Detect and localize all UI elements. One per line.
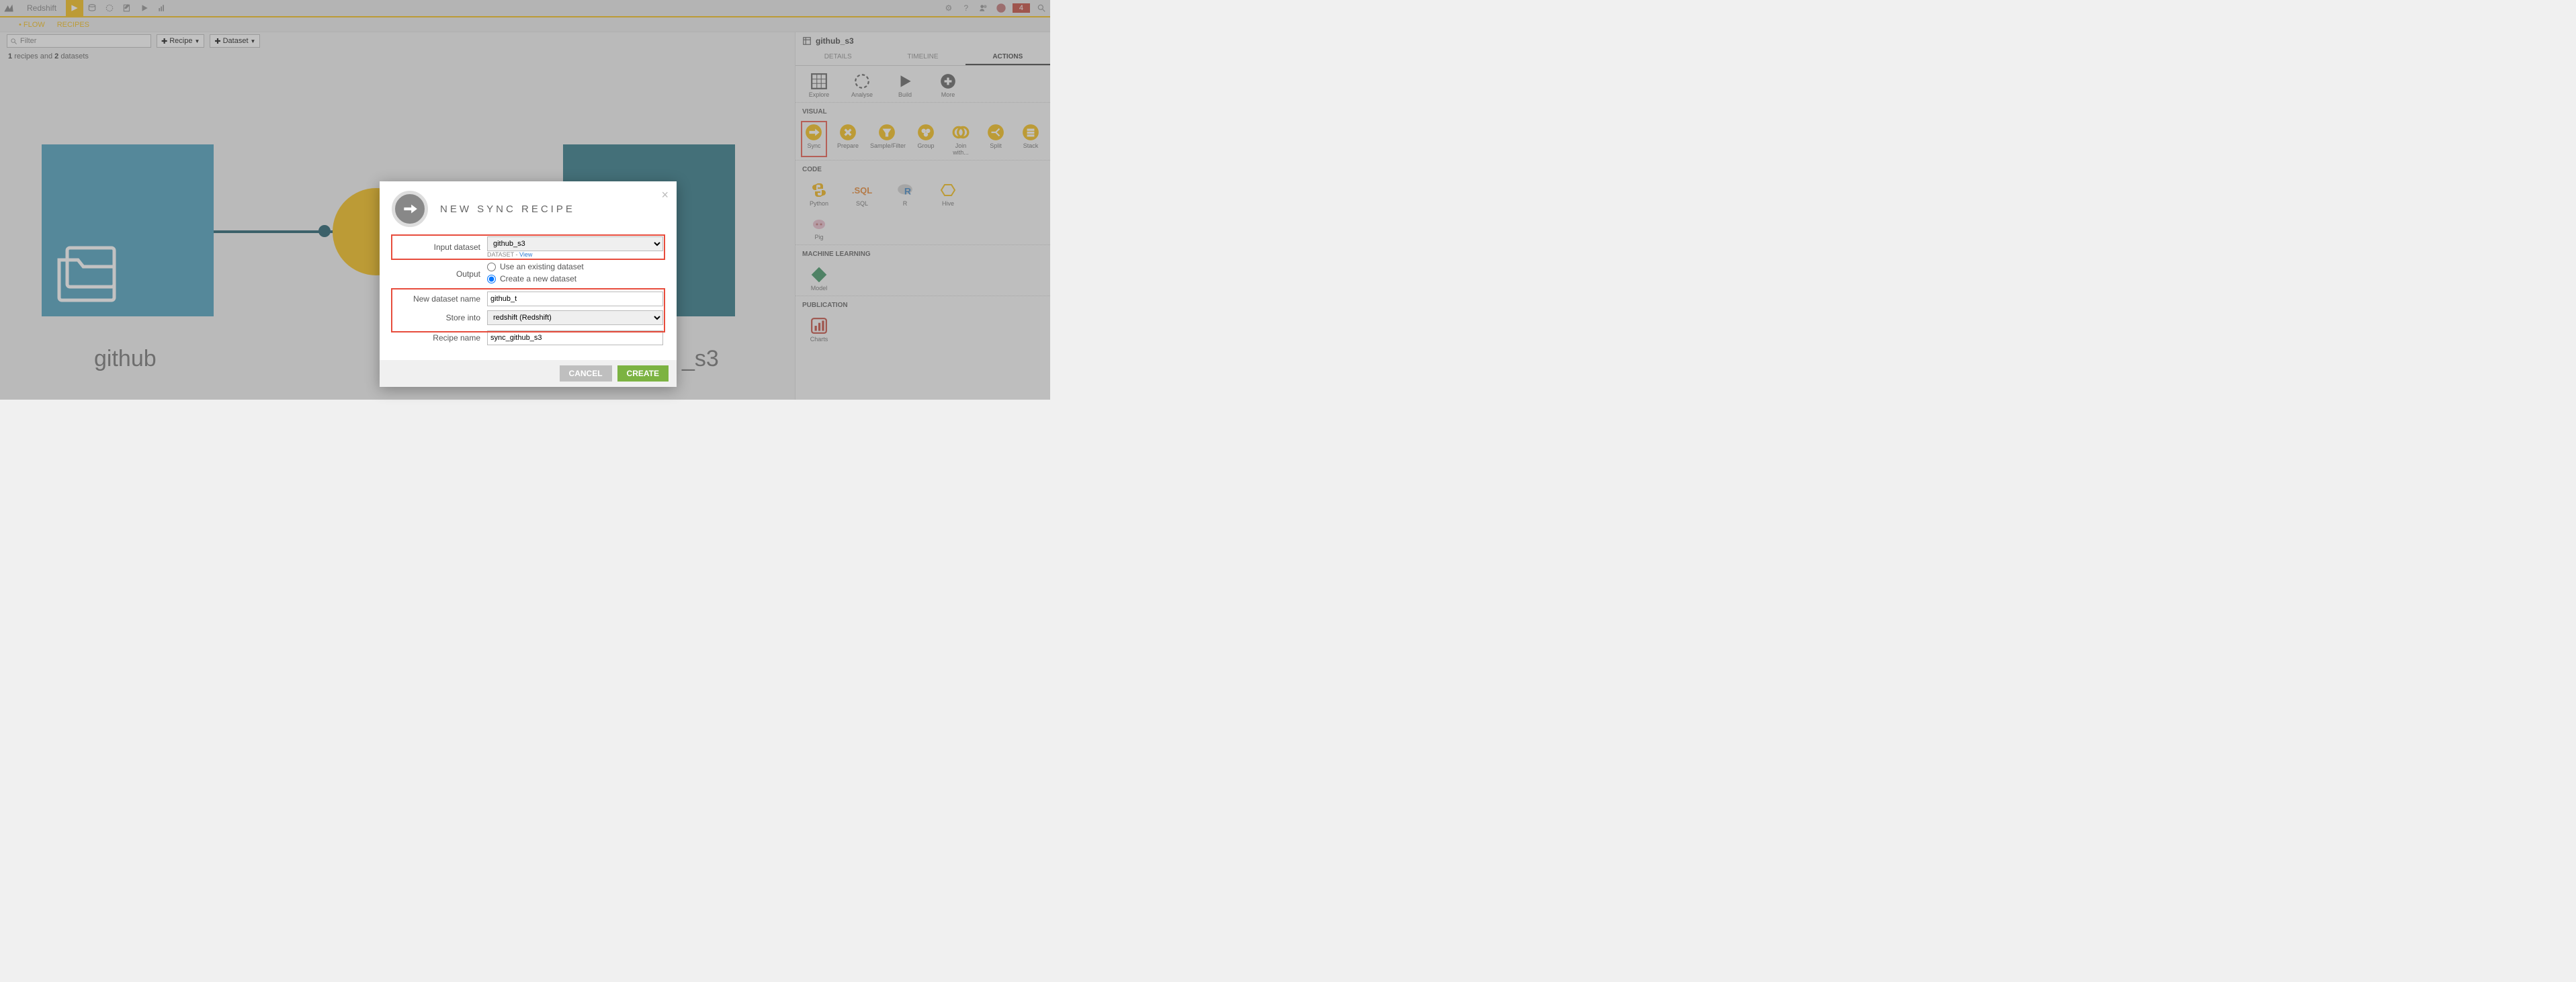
store-into-label: Store into [393, 313, 487, 322]
input-dataset-select[interactable]: github_s3 [487, 236, 663, 251]
sync-icon [392, 191, 428, 227]
input-dataset-row: Input dataset github_s3 DATASET - View [393, 236, 663, 258]
store-into-select[interactable]: redshift (Redshift) [487, 310, 663, 325]
create-button[interactable]: CREATE [617, 365, 669, 382]
view-link[interactable]: View [519, 251, 532, 258]
radio-existing[interactable]: Use an existing dataset [487, 262, 663, 271]
new-dataset-name-input[interactable] [487, 292, 663, 306]
recipe-name-label: Recipe name [393, 333, 487, 343]
radio-create[interactable]: Create a new dataset [487, 274, 663, 283]
recipe-name-input[interactable] [487, 330, 663, 345]
new-dataset-name-label: New dataset name [393, 294, 487, 304]
cancel-button[interactable]: CANCEL [560, 365, 612, 382]
modal-title: NEW SYNC RECIPE [440, 204, 575, 215]
new-sync-recipe-modal: × NEW SYNC RECIPE Input dataset github_s… [380, 181, 677, 387]
input-dataset-label: Input dataset [393, 242, 487, 252]
close-icon[interactable]: × [661, 188, 669, 202]
input-dataset-sublabel: DATASET - View [487, 251, 663, 258]
output-label: Output [393, 269, 487, 279]
